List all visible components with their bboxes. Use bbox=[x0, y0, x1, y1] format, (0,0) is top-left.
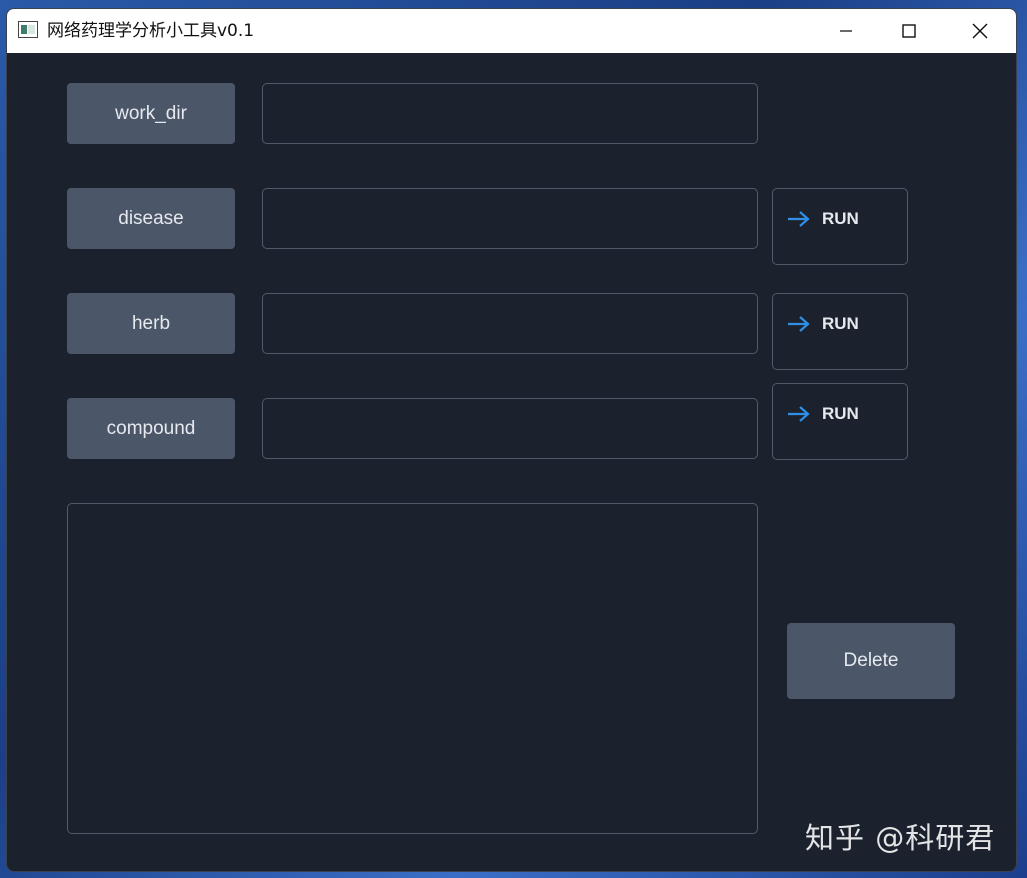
window-title: 网络药理学分析小工具v0.1 bbox=[47, 21, 255, 41]
disease-run-button[interactable]: RUN bbox=[772, 188, 908, 265]
arrow-right-icon bbox=[788, 316, 810, 332]
app-window: 网络药理学分析小工具v0.1 work_dir disease RUN herb… bbox=[7, 9, 1016, 871]
compound-run-button[interactable]: RUN bbox=[772, 383, 908, 460]
watermark: 知乎 @科研君 bbox=[805, 821, 996, 855]
output-text-area[interactable] bbox=[67, 503, 758, 834]
compound-button[interactable]: compound bbox=[67, 398, 235, 459]
title-bar[interactable]: 网络药理学分析小工具v0.1 bbox=[7, 9, 1016, 53]
maximize-button[interactable] bbox=[886, 9, 932, 53]
delete-button[interactable]: Delete bbox=[787, 623, 955, 699]
disease-input[interactable] bbox=[262, 188, 758, 249]
run-label: RUN bbox=[822, 209, 859, 228]
herb-run-button[interactable]: RUN bbox=[772, 293, 908, 370]
arrow-right-icon bbox=[788, 406, 810, 422]
work-dir-button[interactable]: work_dir bbox=[67, 83, 235, 144]
close-icon bbox=[972, 23, 988, 39]
run-label: RUN bbox=[822, 404, 859, 423]
compound-input[interactable] bbox=[262, 398, 758, 459]
arrow-right-icon bbox=[788, 211, 810, 227]
herb-input[interactable] bbox=[262, 293, 758, 354]
close-button[interactable] bbox=[957, 9, 1003, 53]
maximize-icon bbox=[902, 24, 916, 38]
minimize-button[interactable] bbox=[823, 9, 869, 53]
disease-button[interactable]: disease bbox=[67, 188, 235, 249]
minimize-icon bbox=[840, 30, 852, 32]
herb-button[interactable]: herb bbox=[67, 293, 235, 354]
run-label: RUN bbox=[822, 314, 859, 333]
app-window-icon bbox=[18, 21, 38, 38]
work-dir-input[interactable] bbox=[262, 83, 758, 144]
